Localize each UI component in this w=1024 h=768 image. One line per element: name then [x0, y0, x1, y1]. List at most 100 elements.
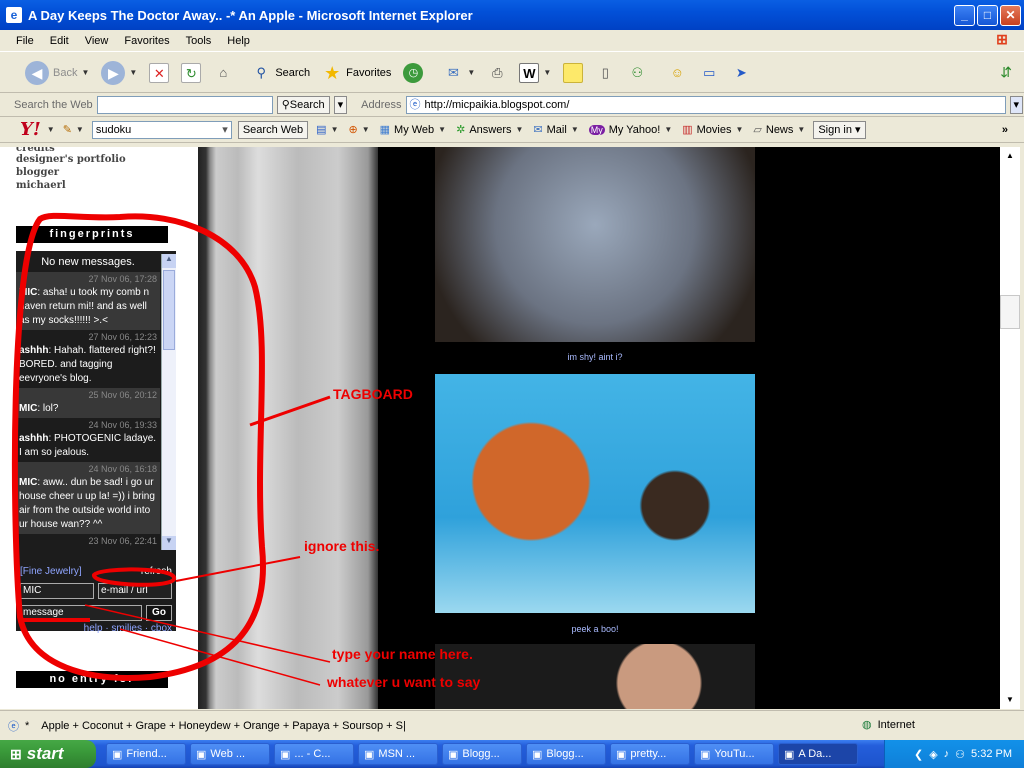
taskbar-item[interactable]: ▣ MSN ...	[358, 743, 438, 765]
sticky-note-icon	[563, 62, 584, 83]
system-tray: ❮ ◈ ♪ ⚇ 5:32 PM	[884, 740, 1024, 768]
movies-button[interactable]: ▥ Movies ▼	[680, 123, 745, 137]
forward-button[interactable]: ▶ ▼	[98, 58, 140, 88]
home-icon: ⌂	[219, 64, 228, 80]
history-button[interactable]: ◷	[400, 58, 426, 88]
refresh-button[interactable]: ↻	[178, 58, 204, 88]
back-button[interactable]: ◀ Back ▼	[22, 58, 92, 88]
cursor-button[interactable]: ➤	[728, 58, 754, 88]
web-search-input[interactable]	[96, 95, 273, 114]
mail-link[interactable]: ✉ Mail ▼	[531, 123, 580, 137]
window-title: A Day Keeps The Doctor Away.. -* An Appl…	[28, 7, 473, 23]
magnifier-icon: ⚲	[281, 98, 290, 111]
my-yahoo-button[interactable]: My My Yahoo! ▼	[587, 124, 675, 136]
window-icon: ▣	[196, 748, 207, 761]
smiley-button[interactable]: ☺	[664, 58, 690, 88]
notes-button[interactable]	[560, 58, 586, 88]
yahoo-logo[interactable]: Y!	[20, 119, 41, 140]
network-icon[interactable]: ◈	[929, 748, 937, 761]
my-web-icon: ▦	[379, 124, 391, 136]
taskbar-item[interactable]: ▣ pretty...	[610, 743, 690, 765]
close-button[interactable]: ✕	[1000, 5, 1021, 26]
scroll-thumb[interactable]	[1000, 295, 1020, 329]
annotation-tagboard: TAGBOARD	[333, 386, 413, 402]
pencil-button[interactable]: ✎ ▼	[61, 123, 86, 136]
taskbar-item[interactable]: ▣ YouTu...	[694, 743, 774, 765]
search-button[interactable]: ⚲ Search	[248, 58, 313, 88]
address-dropdown[interactable]: ▾	[1009, 95, 1024, 114]
search-web-button[interactable]: Search Web	[237, 120, 309, 139]
toolbar-extra-icon[interactable]: ⇵	[1000, 64, 1012, 81]
tray-arrow-icon[interactable]: ❮	[914, 748, 923, 761]
word-icon: W	[519, 62, 540, 83]
annotation-ignore: ignore this.	[304, 538, 380, 554]
yahoo-search-input[interactable]: sudoku ▾	[91, 120, 232, 139]
globe-icon: ◍	[862, 719, 872, 731]
messenger-button[interactable]: ⚇	[624, 58, 650, 88]
email-circle	[91, 567, 176, 587]
menu-edit[interactable]: Edit	[50, 35, 69, 47]
my-yahoo-icon: My	[588, 124, 605, 135]
menu-view[interactable]: View	[85, 35, 109, 47]
my-web-button[interactable]: ▦ My Web ▼	[378, 123, 448, 137]
stop-button[interactable]: ✕	[146, 58, 172, 88]
address-input[interactable]: ⓔ http://micpaikia.blogspot.com/	[405, 95, 1006, 114]
yahoo-toolbar: Y! ▼ ✎ ▼ sudoku ▾ Search Web ▤ ▼ ⊕ ▼ ▦ My Web ▼…	[0, 117, 1024, 143]
status-text: Apple + Coconut + Grape + Honeydew + Ora…	[41, 719, 406, 732]
device-icon: ▯	[601, 64, 609, 80]
ie-icon: e	[6, 7, 22, 23]
menu-tools[interactable]: Tools	[186, 35, 212, 47]
window-icon: ▣	[784, 748, 795, 761]
print-button[interactable]: ⎙	[484, 58, 510, 88]
title-bar[interactable]: e A Day Keeps The Doctor Away.. -* An Ap…	[0, 0, 1024, 30]
messenger-tray-icon[interactable]: ⚇	[955, 748, 965, 761]
page-scrollbar[interactable]: ▲ ▼	[1000, 147, 1020, 709]
smiley-icon: ☺	[670, 64, 684, 80]
star-icon: ★	[324, 62, 341, 83]
start-button[interactable]: ⊞ start	[0, 740, 96, 768]
scroll-down-icon[interactable]: ▼	[1000, 691, 1020, 709]
window-icon: ▣	[112, 748, 123, 761]
taskbar-item-active[interactable]: ▣ A Da...	[778, 743, 858, 765]
taskbar-item[interactable]: ▣ Blogg...	[442, 743, 522, 765]
home-button[interactable]: ⌂	[210, 58, 236, 88]
layout-button[interactable]: ▤ ▼	[314, 123, 340, 136]
edit-button[interactable]: W ▼	[516, 58, 554, 88]
clock[interactable]: 5:32 PM	[971, 748, 1012, 760]
taskbar-item[interactable]: ▣... - C...	[274, 743, 354, 765]
search-address-bar: Search the Web ⚲Search ▾ Address ⓔ http:/…	[0, 93, 1024, 117]
taskbar-item[interactable]: ▣ Friend...	[106, 743, 186, 765]
research-button[interactable]: ▯	[592, 58, 618, 88]
volume-icon[interactable]: ♪	[944, 748, 950, 760]
news-button[interactable]: ▱ News ▼	[751, 123, 807, 137]
minimize-button[interactable]: _	[954, 5, 975, 26]
window-icon: ▣	[532, 748, 543, 761]
mail-button[interactable]: ✉ ▼	[440, 58, 478, 88]
scroll-up-icon[interactable]: ▲	[1000, 147, 1020, 165]
mail-icon: ✉	[447, 64, 459, 80]
web-search-button[interactable]: ⚲Search	[276, 95, 330, 114]
taskbar-item[interactable]: ▣ Web ...	[190, 743, 270, 765]
stop-icon: ✕	[149, 62, 170, 83]
answers-icon: ✲	[456, 124, 466, 136]
crosshair-icon: ⊕	[348, 124, 358, 136]
maximize-button[interactable]: □	[977, 5, 998, 26]
more-chevron-icon[interactable]: »	[1002, 124, 1008, 136]
search-dropdown[interactable]: ▾	[333, 95, 348, 114]
standard-toolbar: ◀ Back ▼ ▶ ▼ ✕ ↻ ⌂ ⚲ Search ★ Favorites ◷ ✉ ▼ …	[0, 53, 1024, 93]
favorites-button[interactable]: ★ Favorites	[319, 58, 394, 88]
sign-in-button[interactable]: Sign in ▾	[813, 120, 866, 139]
answers-button[interactable]: ✲ Answers ▼	[454, 123, 525, 137]
target-button[interactable]: ⊕ ▼	[346, 123, 371, 136]
taskbar-item[interactable]: ▣ Blogg...	[526, 743, 606, 765]
window-icon: ▣	[616, 748, 627, 761]
menu-favorites[interactable]: Favorites	[124, 35, 169, 47]
chevron-down-icon[interactable]: ▾	[222, 122, 228, 138]
window-icon: ▣	[448, 748, 459, 761]
popcorn-icon: ▥	[682, 124, 693, 136]
menu-help[interactable]: Help	[227, 35, 250, 47]
monitor-button[interactable]: ▭	[696, 58, 722, 88]
taskbar: ⊞ start ▣ Friend... ▣ Web ... ▣... - C... ▣…	[0, 740, 1024, 768]
windows-flag-icon: ⊞	[10, 745, 22, 762]
menu-file[interactable]: File	[16, 35, 34, 47]
